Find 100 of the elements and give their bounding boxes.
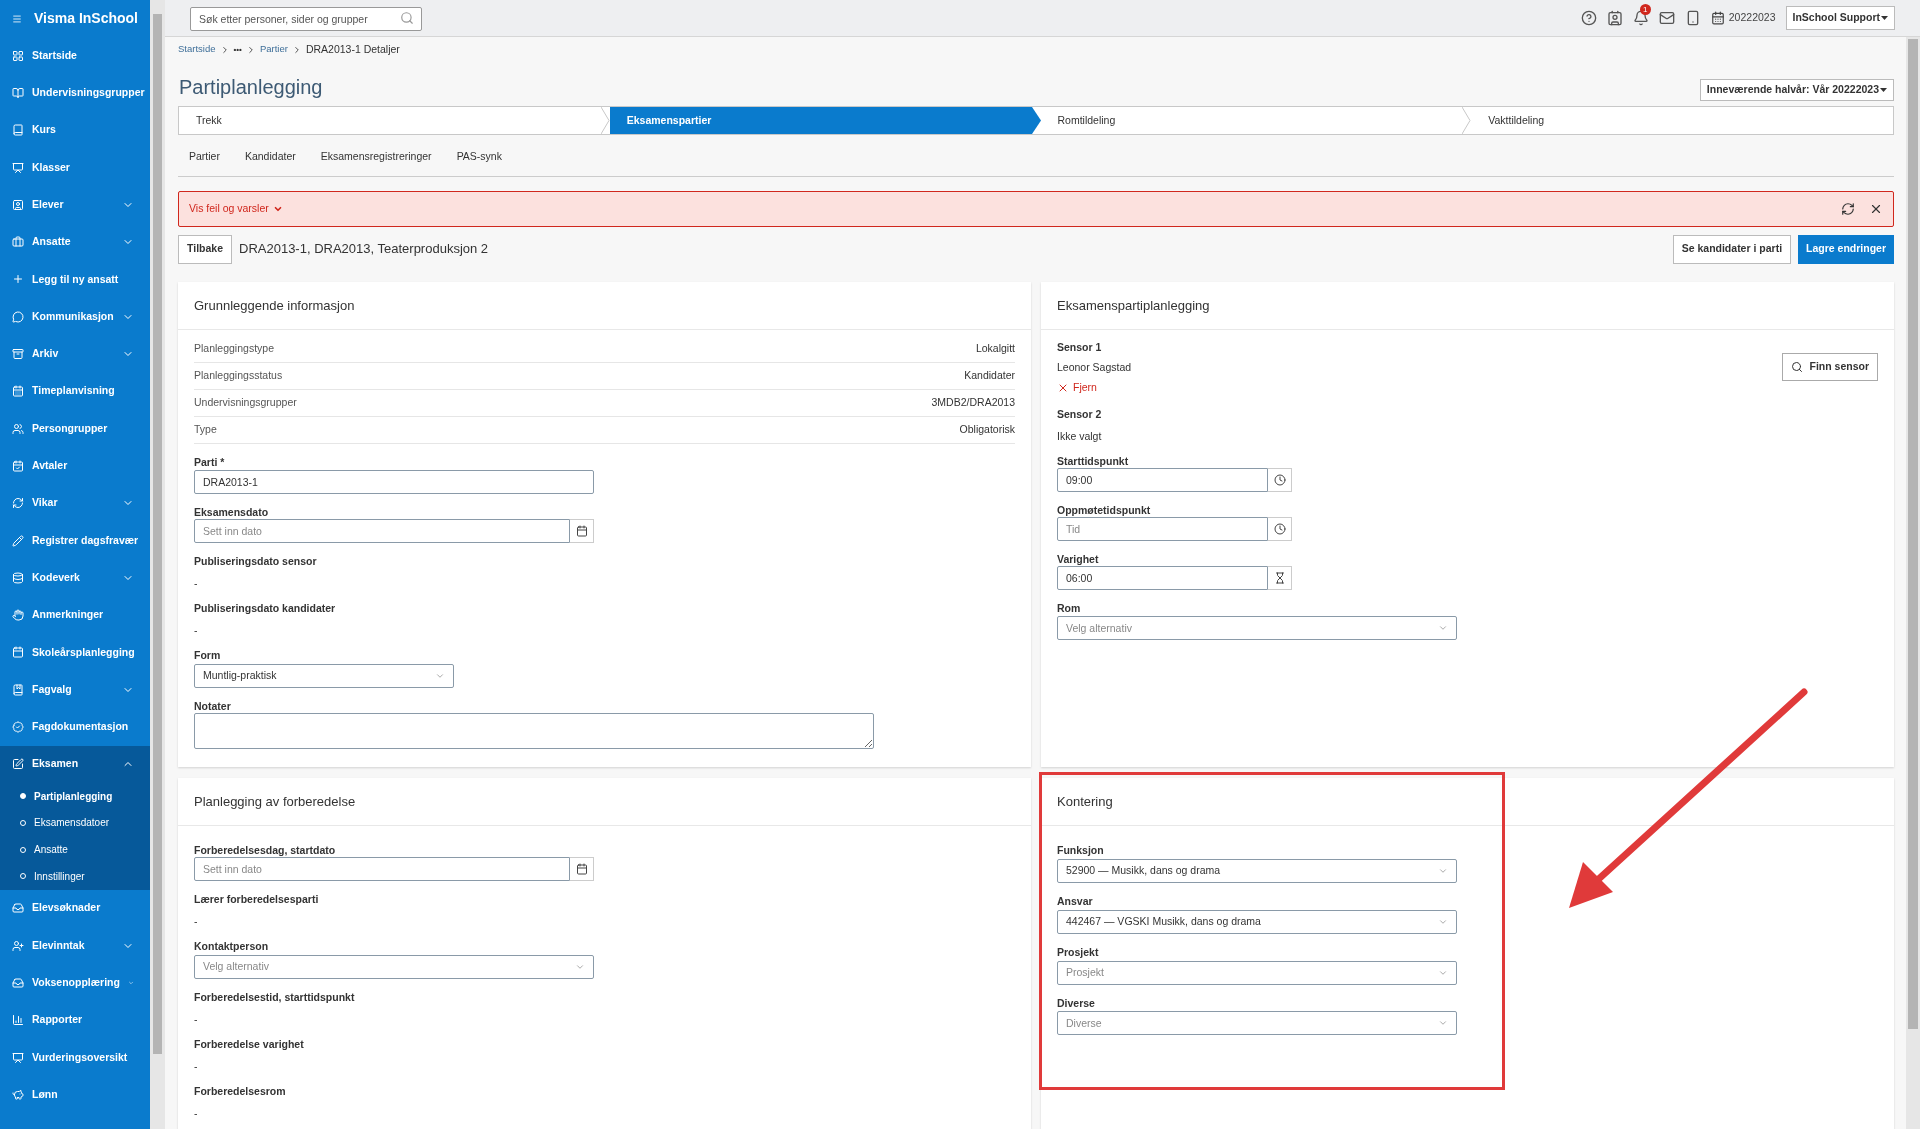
breadcrumb-more[interactable]: ••• (233, 43, 242, 56)
field-value: - (194, 1011, 199, 1026)
help-icon[interactable] (1580, 10, 1597, 26)
mail-icon[interactable] (1658, 10, 1675, 26)
date-field[interactable]: Sett inn dato (194, 519, 570, 543)
nav-item[interactable]: Rapporter (0, 1001, 150, 1039)
nav-item[interactable]: Vikar (0, 484, 150, 522)
scrollbar[interactable] (150, 0, 165, 1129)
nav-item[interactable]: Timeplanvisning (0, 372, 150, 410)
scrollbar[interactable] (1906, 37, 1920, 1129)
nav-item[interactable]: Kurs (0, 111, 150, 149)
alert-toggle[interactable]: Vis feil og varsler (189, 201, 283, 217)
select-dropdown[interactable]: Diverse (1057, 1011, 1457, 1036)
back-button[interactable]: Tilbake (178, 234, 232, 264)
field-value: - (194, 1105, 199, 1120)
find-sensor-button[interactable]: Finn sensor (1782, 353, 1878, 381)
select-dropdown[interactable]: Muntlig-praktisk (194, 663, 454, 688)
nav-item[interactable]: Startside (0, 37, 150, 75)
time-field[interactable]: Tid (1057, 516, 1268, 541)
save-button[interactable]: Lagre endringer (1798, 234, 1894, 264)
info-label: Type (194, 422, 217, 438)
time-field[interactable]: 06:00 (1057, 565, 1268, 590)
field-label: Publiseringsdato kandidater (194, 601, 337, 615)
nav-item[interactable]: Elevinntak (0, 927, 150, 965)
field-label: Forberedelsesdag, startdato (194, 842, 337, 857)
clock-button[interactable] (1268, 516, 1292, 541)
select-dropdown[interactable]: 52900 — Musikk, dans og drama (1057, 858, 1457, 883)
field-value: - (194, 576, 199, 590)
date-field[interactable]: Sett inn dato (194, 856, 570, 881)
nav-item[interactable]: Avtaler (0, 447, 150, 485)
field-label: Lærer forberedelsesparti (194, 891, 320, 906)
field-label: Sensor 1 (1057, 340, 1103, 354)
nav-item[interactable]: Elever (0, 186, 150, 224)
field-label: Prosjekt (1057, 944, 1100, 959)
nav-subitem[interactable]: Eksamensdatoer (0, 809, 150, 837)
hourglass-button[interactable] (1268, 565, 1292, 590)
nav-item[interactable]: Kommunikasjon (0, 298, 150, 336)
show-candidates-button[interactable]: Se kandidater i parti (1672, 234, 1792, 264)
calendar-button[interactable] (570, 856, 594, 881)
nav-item[interactable]: Arkiv (0, 335, 150, 373)
search-field[interactable]: Søk etter personer, sider og grupper (190, 7, 422, 31)
board-icon (12, 161, 24, 174)
step-tab[interactable]: Vakttildeling (1471, 107, 1893, 134)
sub-tab[interactable]: Partier (189, 149, 220, 165)
nav-subitem[interactable]: Innstillinger (0, 863, 150, 890)
contact-book-icon[interactable] (1606, 10, 1623, 26)
sub-tab[interactable]: PAS-synk (456, 149, 502, 165)
nav-item[interactable]: Registrer dagsfravær (0, 521, 150, 560)
step-tab[interactable]: Romtildeling (1040, 107, 1463, 134)
nav-item[interactable]: Ansatte (0, 223, 150, 261)
select-dropdown[interactable]: 442467 — VGSKI Musikk, dans og drama (1057, 909, 1457, 934)
field-label: Forberedelsestid, starttidspunkt (194, 989, 356, 1004)
archive-icon (12, 348, 24, 360)
user-menu[interactable]: InSchool Support (1785, 6, 1895, 30)
close-icon[interactable] (1869, 202, 1883, 216)
piggy-bank-icon (12, 1088, 24, 1101)
nav-subitem[interactable]: Partiplanlegging (0, 782, 150, 810)
nav-subitem[interactable]: Ansatte (0, 836, 150, 863)
nav-item[interactable]: Vurderingsoversikt (0, 1038, 150, 1077)
nav-item[interactable]: Legg til ny ansatt (0, 260, 150, 299)
bell-icon[interactable] (1632, 10, 1649, 26)
nav-item[interactable]: Lønn (0, 1076, 150, 1114)
nav-item[interactable]: Klasser (0, 148, 150, 187)
panel-title: Grunnleggende informasjon (194, 296, 355, 315)
school-year-button[interactable]: 20222023 (1710, 10, 1776, 26)
clock-icon (1273, 522, 1286, 535)
step-tab[interactable]: Trekk (179, 107, 601, 134)
field-label: Forberedelse varighet (194, 1036, 305, 1051)
sub-tab[interactable]: Kandidater (244, 149, 296, 165)
nav-item[interactable]: Undervisningsgrupper (0, 74, 150, 112)
field-value: - (194, 913, 199, 928)
remove-link[interactable]: Fjern (1057, 379, 1097, 396)
breadcrumb-link[interactable]: Partier (259, 42, 288, 57)
select-dropdown[interactable]: Velg alternativ (1057, 616, 1457, 641)
nav-item[interactable]: Persongrupper (0, 409, 150, 448)
pencil-icon (12, 534, 24, 547)
text-field[interactable]: DRA2013-1 (194, 470, 594, 494)
info-label: Undervisningsgrupper (194, 395, 297, 411)
field-label: Notater (194, 698, 232, 713)
sub-tab[interactable]: Eksamensregistreringer (320, 149, 432, 165)
nav-item[interactable]: Elevsøknader (0, 889, 150, 927)
calendar-check-icon (12, 459, 24, 472)
time-field[interactable]: 09:00 (1057, 467, 1268, 492)
select-dropdown[interactable]: Prosjekt (1057, 960, 1457, 985)
caret-icon (1881, 16, 1888, 20)
term-dropdown[interactable]: Inneværende halvår: Vår 20222023 (1699, 79, 1894, 101)
refresh-icon[interactable] (1841, 202, 1855, 216)
nav-item[interactable]: Skoleårsplanlegging (0, 633, 150, 672)
inbox-icon (12, 976, 24, 989)
nav-item[interactable]: Kodeverk (0, 559, 150, 597)
nav-item[interactable]: Fagvalg (0, 671, 150, 709)
select-dropdown[interactable]: Velg alternativ (194, 954, 594, 979)
nav-item[interactable]: Anmerkninger (0, 596, 150, 634)
clock-button[interactable] (1268, 467, 1292, 492)
book-icon (12, 86, 24, 99)
nav-item[interactable]: Fagdokumentasjon (0, 708, 150, 746)
notes-field[interactable] (194, 712, 874, 749)
calendar-button[interactable] (570, 519, 594, 543)
nav-item[interactable]: Voksenopplæring (0, 964, 150, 1002)
breadcrumb-link[interactable]: Startside (178, 42, 216, 57)
